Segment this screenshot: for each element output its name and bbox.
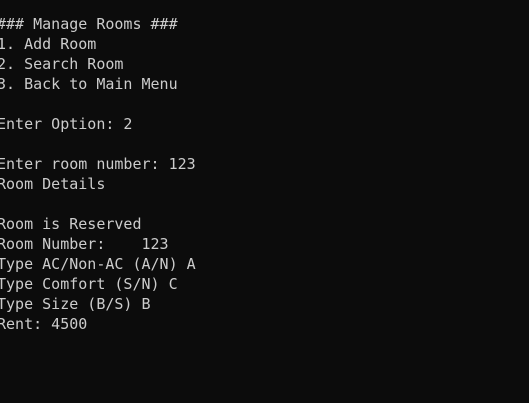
menu-option-back: 3. Back to Main Menu: [0, 75, 178, 93]
option-prompt: Enter Option: 2: [0, 115, 133, 133]
console-output[interactable]: ### Manage Rooms ### 1. Add Room 2. Sear…: [0, 0, 529, 403]
menu-header: ### Manage Rooms ###: [0, 15, 178, 33]
menu-option-add-room: 1. Add Room: [0, 35, 97, 53]
room-details-heading: Room Details: [0, 175, 106, 193]
room-type-comfort: Type Comfort (S/N) C: [0, 275, 178, 293]
room-number-prompt: Enter room number: 123: [0, 155, 196, 173]
menu-option-search-room: 2. Search Room: [0, 55, 124, 73]
room-rent: Rent: 4500: [0, 315, 88, 333]
room-number-value: Room Number: 123: [0, 235, 169, 253]
reservation-status: Room is Reserved: [0, 215, 142, 233]
room-type-ac: Type AC/Non-AC (A/N) A: [0, 255, 196, 273]
room-type-size: Type Size (B/S) B: [0, 295, 151, 313]
